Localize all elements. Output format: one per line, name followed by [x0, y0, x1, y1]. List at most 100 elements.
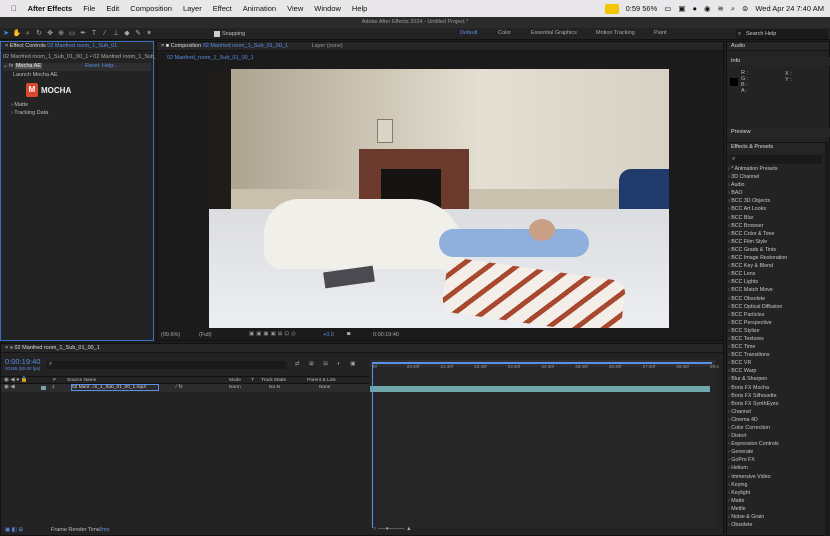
- effects-category-item[interactable]: BCC Time: [728, 343, 823, 351]
- effects-category-item[interactable]: BCC Browser: [728, 222, 823, 230]
- effects-category-item[interactable]: Helium: [728, 464, 823, 472]
- notification-badge-icon[interactable]: [604, 3, 619, 14]
- mocha-logo[interactable]: M MOCHA: [26, 83, 71, 97]
- layer-row[interactable]: ◉ ◀ 1 02 Manf...m_1_Sub_01_00_1.mp4 ⁄ fx…: [1, 384, 369, 392]
- menu-composition[interactable]: Composition: [130, 4, 172, 13]
- effects-category-item[interactable]: Generate: [728, 448, 823, 456]
- reset-button[interactable]: Reset: [85, 63, 99, 69]
- effects-category-item[interactable]: BCC Optical Diffusion: [728, 303, 823, 311]
- close-icon[interactable]: × ■: [161, 43, 171, 49]
- effects-category-item[interactable]: BAO: [728, 189, 823, 197]
- hand-tool-icon[interactable]: ✋: [12, 29, 22, 38]
- effects-category-item[interactable]: BCC Lights: [728, 278, 823, 286]
- timeline-switches-icon[interactable]: ⇄ ⊞ ⊟ ◐ ▣: [295, 361, 359, 367]
- effects-category-item[interactable]: BCC Particles: [728, 311, 823, 319]
- clone-tool-icon[interactable]: ⊥: [111, 29, 121, 38]
- resolution-dropdown[interactable]: (Full): [199, 332, 212, 338]
- effects-category-item[interactable]: Boris FX Mocha: [728, 384, 823, 392]
- snapshot-icon[interactable]: ◙: [347, 331, 350, 337]
- viewer-timecode[interactable]: 0:00:19:40: [373, 332, 399, 338]
- effects-category-item[interactable]: BCC 3D Objects: [728, 197, 823, 205]
- composition-subtab[interactable]: 02 Manfred_room_1_Sub_01_00_1: [167, 55, 254, 61]
- effects-category-item[interactable]: Keylight: [728, 489, 823, 497]
- effects-category-item[interactable]: Expression Controls: [728, 440, 823, 448]
- effects-category-item[interactable]: Obsolete: [728, 521, 823, 529]
- effects-category-item[interactable]: BCC Transitions: [728, 351, 823, 359]
- exposure-value[interactable]: +0.0: [323, 332, 334, 338]
- search-icon[interactable]: ⌕: [731, 4, 735, 14]
- pan-behind-tool-icon[interactable]: ⊕: [56, 29, 66, 38]
- viewer-controls-icon[interactable]: ▣▣▣▣⊞⊡◎: [249, 331, 298, 337]
- effects-category-item[interactable]: BCC Perspective: [728, 319, 823, 327]
- effects-category-item[interactable]: Distort: [728, 432, 823, 440]
- timeline-timecode[interactable]: 0:00:19:40: [5, 357, 40, 366]
- type-tool-icon[interactable]: T: [89, 29, 99, 38]
- effects-category-item[interactable]: Cinema 4D: [728, 416, 823, 424]
- effects-category-item[interactable]: Boris FX SynthEyes: [728, 400, 823, 408]
- orbit-tool-icon[interactable]: ✥: [45, 29, 55, 38]
- effects-category-item[interactable]: BCC Warp: [728, 367, 823, 375]
- effects-category-item[interactable]: Noise & Grain: [728, 513, 823, 521]
- help-button[interactable]: Help...: [102, 63, 118, 69]
- effects-category-item[interactable]: BCC Grads & Tints: [728, 246, 823, 254]
- effects-category-item[interactable]: Channel: [728, 408, 823, 416]
- menu-view[interactable]: View: [287, 4, 303, 13]
- matte-section[interactable]: › Matte: [11, 102, 28, 108]
- effects-category-item[interactable]: BCC Art Looks: [728, 205, 823, 213]
- layer-switches-icon[interactable]: ⁄ fx: [176, 384, 183, 390]
- col-mode[interactable]: Mode: [229, 378, 241, 383]
- workspace-default[interactable]: Default: [460, 30, 477, 36]
- effects-category-item[interactable]: Audio: [728, 181, 823, 189]
- composition-tab[interactable]: × ■ Composition 02 Manfred room_1_Sub_01…: [157, 42, 723, 51]
- composition-viewer[interactable]: [209, 69, 669, 328]
- pen-tool-icon[interactable]: ✒: [78, 29, 88, 38]
- timeline-zoom-slider[interactable]: ○ ──●──── ▲: [373, 526, 412, 532]
- layer-mode[interactable]: Norm: [229, 385, 241, 390]
- timeline-tab[interactable]: × ≡ 02 Manfred room_1_Sub_01_00_1: [1, 344, 723, 353]
- record-icon[interactable]: ◉: [704, 4, 711, 13]
- layer-tab[interactable]: Layer (none): [312, 43, 343, 49]
- col-parent-link[interactable]: Parent & Link: [307, 378, 336, 383]
- footer-icons[interactable]: ▣ ◧ ⊞: [5, 527, 23, 533]
- layer-duration-bar[interactable]: [370, 386, 710, 392]
- effects-presets-header[interactable]: Effects & Presets: [727, 142, 830, 151]
- effects-category-item[interactable]: BCC VR: [728, 359, 823, 367]
- effects-category-item[interactable]: BCC Textures: [728, 335, 823, 343]
- menu-edit[interactable]: Edit: [106, 4, 119, 13]
- roto-tool-icon[interactable]: ✎: [133, 29, 143, 38]
- timeline-track-area[interactable]: [370, 360, 715, 528]
- effect-controls-tab[interactable]: × Effect Controls 02 Manfred room_1_Sub_…: [1, 42, 153, 51]
- launch-mocha-label[interactable]: Launch Mocha AE: [13, 72, 58, 78]
- effects-category-item[interactable]: BCC Lens: [728, 270, 823, 278]
- effects-search-input[interactable]: ⌕: [730, 155, 822, 164]
- effects-category-item[interactable]: Blur & Sharpen: [728, 375, 823, 383]
- selection-tool-icon[interactable]: ➤: [1, 29, 11, 38]
- workspace-paint[interactable]: Paint: [654, 30, 667, 36]
- effects-category-item[interactable]: * Animation Presets: [728, 165, 823, 173]
- menu-help[interactable]: Help: [352, 4, 367, 13]
- tracking-data-section[interactable]: › Tracking Data: [11, 110, 48, 116]
- effects-category-item[interactable]: BCC Color & Tone: [728, 230, 823, 238]
- current-time-indicator[interactable]: [372, 364, 373, 528]
- effects-category-item[interactable]: BCC Obsolete: [728, 295, 823, 303]
- effects-category-item[interactable]: BCC Film Style: [728, 238, 823, 246]
- apple-icon[interactable]: : [11, 4, 17, 13]
- effects-category-item[interactable]: Immersive Video: [728, 473, 823, 481]
- effects-category-item[interactable]: BCC Image Restoration: [728, 254, 823, 262]
- effects-category-item[interactable]: BCC Stylize: [728, 327, 823, 335]
- col-track-matte[interactable]: Track Matte: [261, 378, 286, 383]
- effects-category-item[interactable]: Boris FX Silhouette: [728, 392, 823, 400]
- timeline-search-input[interactable]: ⌕: [46, 361, 286, 369]
- mocha-ae-effect-row[interactable]: ⌄ fx Mocha AE Reset Help...: [3, 63, 151, 71]
- effects-category-item[interactable]: 3D Channel: [728, 173, 823, 181]
- workspace-color[interactable]: Color: [498, 30, 511, 36]
- layer-visibility-icon[interactable]: ◉ ◀: [4, 384, 15, 390]
- zoom-tool-icon[interactable]: ⌕: [23, 29, 33, 38]
- menu-file[interactable]: File: [83, 4, 95, 13]
- snapping-checkbox[interactable]: [214, 30, 220, 37]
- menu-window[interactable]: Window: [314, 4, 341, 13]
- info-panel-header[interactable]: Info: [727, 57, 830, 66]
- effects-category-item[interactable]: BCC Key & Blend: [728, 262, 823, 270]
- col-t[interactable]: T: [251, 378, 254, 383]
- eraser-tool-icon[interactable]: ◆: [122, 29, 132, 38]
